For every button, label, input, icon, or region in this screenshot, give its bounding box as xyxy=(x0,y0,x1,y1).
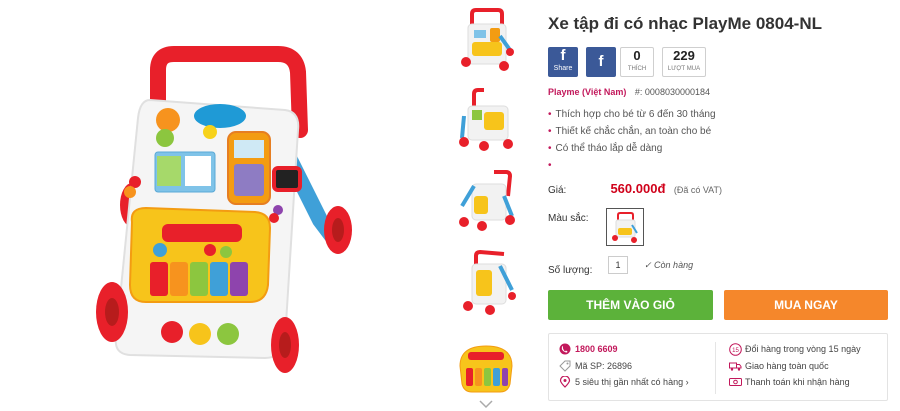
feature-item: • xyxy=(548,160,552,171)
purchase-caption: LƯỢT MUA xyxy=(667,66,701,72)
phone-icon xyxy=(559,343,571,355)
facebook-share-button[interactable]: f Share xyxy=(548,47,578,77)
price-label: Giá: xyxy=(548,185,567,196)
color-label: Màu sắc: xyxy=(548,213,589,224)
product-code: 0008030000184 xyxy=(644,87,710,97)
product-code-label: #: xyxy=(634,87,643,97)
feature-item: • Có thể tháo lắp dễ dàng xyxy=(548,143,663,154)
product-title: Xe tập đi có nhạc PlayMe 0804-NL xyxy=(548,14,822,33)
share-label: Share xyxy=(553,65,573,72)
like-caption: THÍCH xyxy=(627,66,647,72)
tag-icon xyxy=(559,360,571,372)
truck-icon xyxy=(729,362,742,371)
color-swatch[interactable] xyxy=(606,208,644,246)
price-value: 560.000đ xyxy=(610,181,666,196)
like-count: 0 xyxy=(633,48,641,63)
facebook-icon: f xyxy=(598,53,604,70)
return-badge-icon: 15 xyxy=(729,343,742,356)
purchase-count: 229 xyxy=(673,48,695,63)
like-counter: 0 THÍCH xyxy=(620,47,654,77)
brand-row: Playme (Việt Nam) #: 0008030000184 xyxy=(548,87,710,97)
product-main-image[interactable] xyxy=(50,40,410,390)
thumbnail-strip xyxy=(448,0,524,411)
vat-note: (Đã có VAT) xyxy=(673,185,723,195)
checkmark-icon: ✓ xyxy=(644,260,655,270)
cash-icon xyxy=(729,378,742,386)
support-box: 1800 6609 Mã SP: 26896 5 siêu thị gần nh… xyxy=(548,333,888,401)
brand-link[interactable]: Playme (Việt Nam) xyxy=(548,87,626,97)
add-to-cart-button[interactable]: THÊM VÀO GIỎ xyxy=(548,290,713,320)
location-pin-icon xyxy=(559,376,571,388)
thumbnail-4[interactable] xyxy=(454,249,518,320)
feature-item: • Thiết kế chắc chắn, an toàn cho bé xyxy=(548,126,712,137)
feature-item: • Thích hợp cho bé từ 6 đến 30 tháng xyxy=(548,109,716,120)
facebook-like-button[interactable]: f xyxy=(586,47,616,77)
support-divider xyxy=(715,342,716,394)
product-page: Xe tập đi có nhạc PlayMe 0804-NL f Share… xyxy=(0,0,900,411)
thumbnail-5[interactable] xyxy=(454,336,518,406)
thumbnail-3[interactable] xyxy=(454,166,518,236)
thumbnail-next-chevron-icon[interactable] xyxy=(478,397,494,409)
chevron-right-icon: › xyxy=(685,377,689,387)
color-row: Màu sắc: xyxy=(548,208,644,246)
purchase-counter: 229 LƯỢT MUA xyxy=(662,47,706,77)
product-info-panel: Xe tập đi có nhạc PlayMe 0804-NL f Share… xyxy=(548,0,893,411)
svg-text:15: 15 xyxy=(732,348,739,354)
quantity-row: Số lượng: 1 ✓ Còn hàng xyxy=(548,256,693,278)
thumbnail-2[interactable] xyxy=(454,86,518,156)
stock-status: ✓ Còn hàng xyxy=(644,260,694,270)
quantity-label: Số lượng: xyxy=(548,265,593,276)
facebook-icon: f xyxy=(560,47,566,64)
price-row: Giá: 560.000đ (Đã có VAT) xyxy=(548,180,722,198)
buy-now-button[interactable]: MUA NGAY xyxy=(724,290,888,320)
thumbnail-1[interactable] xyxy=(454,6,518,76)
quantity-input[interactable]: 1 xyxy=(608,256,628,274)
feature-list: • Thích hợp cho bé từ 6 đến 30 tháng • Thi… xyxy=(548,106,716,174)
